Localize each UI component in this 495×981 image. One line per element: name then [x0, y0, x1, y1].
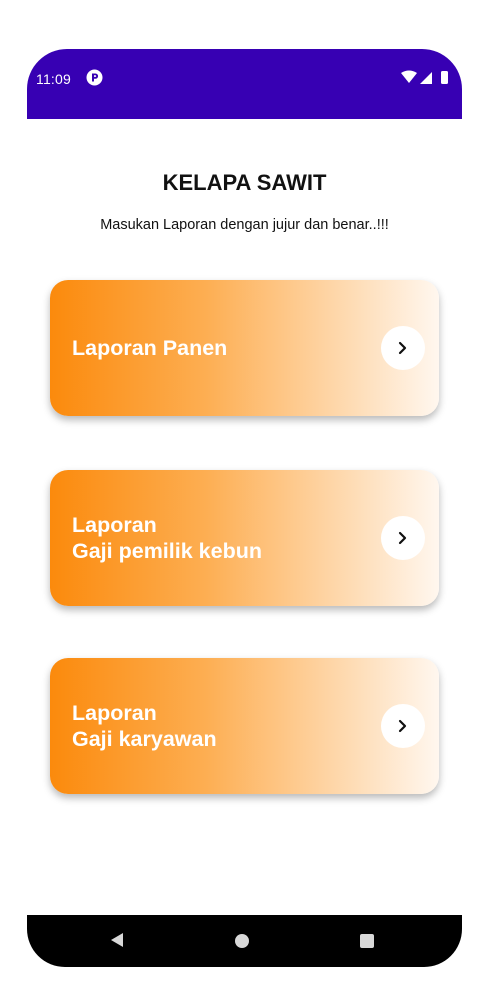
card-label-line1: Laporan: [72, 701, 157, 725]
battery-icon: [441, 71, 448, 84]
navigation-bar: [27, 915, 462, 967]
chevron-right-icon: [398, 531, 407, 545]
card-label: Laporan Gaji karyawan: [72, 700, 217, 752]
card-label-line1: Laporan: [72, 513, 157, 537]
recents-square-icon[interactable]: [360, 934, 374, 948]
menu-card-gaji-pemilik[interactable]: Laporan Gaji pemilik kebun: [50, 470, 439, 606]
back-triangle-icon[interactable]: [110, 932, 124, 948]
card-label: Laporan Gaji pemilik kebun: [72, 512, 262, 564]
chevron-right-button[interactable]: [381, 326, 425, 370]
home-circle-icon[interactable]: [235, 934, 249, 948]
app-badge-icon: [86, 69, 103, 86]
card-label-line2: Gaji pemilik kebun: [72, 539, 262, 563]
chevron-right-button[interactable]: [381, 704, 425, 748]
chevron-right-icon: [398, 341, 407, 355]
signal-icon: [420, 72, 432, 84]
chevron-right-button[interactable]: [381, 516, 425, 560]
card-label-line2: Gaji karyawan: [72, 727, 217, 751]
chevron-right-icon: [398, 719, 407, 733]
status-time: 11:09: [36, 71, 71, 87]
wifi-icon: [401, 70, 417, 83]
status-icons: [401, 70, 448, 84]
card-label: Laporan Panen: [72, 335, 227, 361]
phone-screen: 11:09 KELAPA SAWIT Masukan Laporan denga…: [27, 49, 462, 967]
card-label-line1: Laporan Panen: [72, 336, 228, 360]
status-bar: 11:09: [27, 49, 462, 119]
menu-card-laporan-panen[interactable]: Laporan Panen: [50, 280, 439, 416]
menu-card-gaji-karyawan[interactable]: Laporan Gaji karyawan: [50, 658, 439, 794]
page-subtitle: Masukan Laporan dengan jujur dan benar..…: [100, 217, 389, 233]
page-title: KELAPA SAWIT: [162, 170, 327, 195]
